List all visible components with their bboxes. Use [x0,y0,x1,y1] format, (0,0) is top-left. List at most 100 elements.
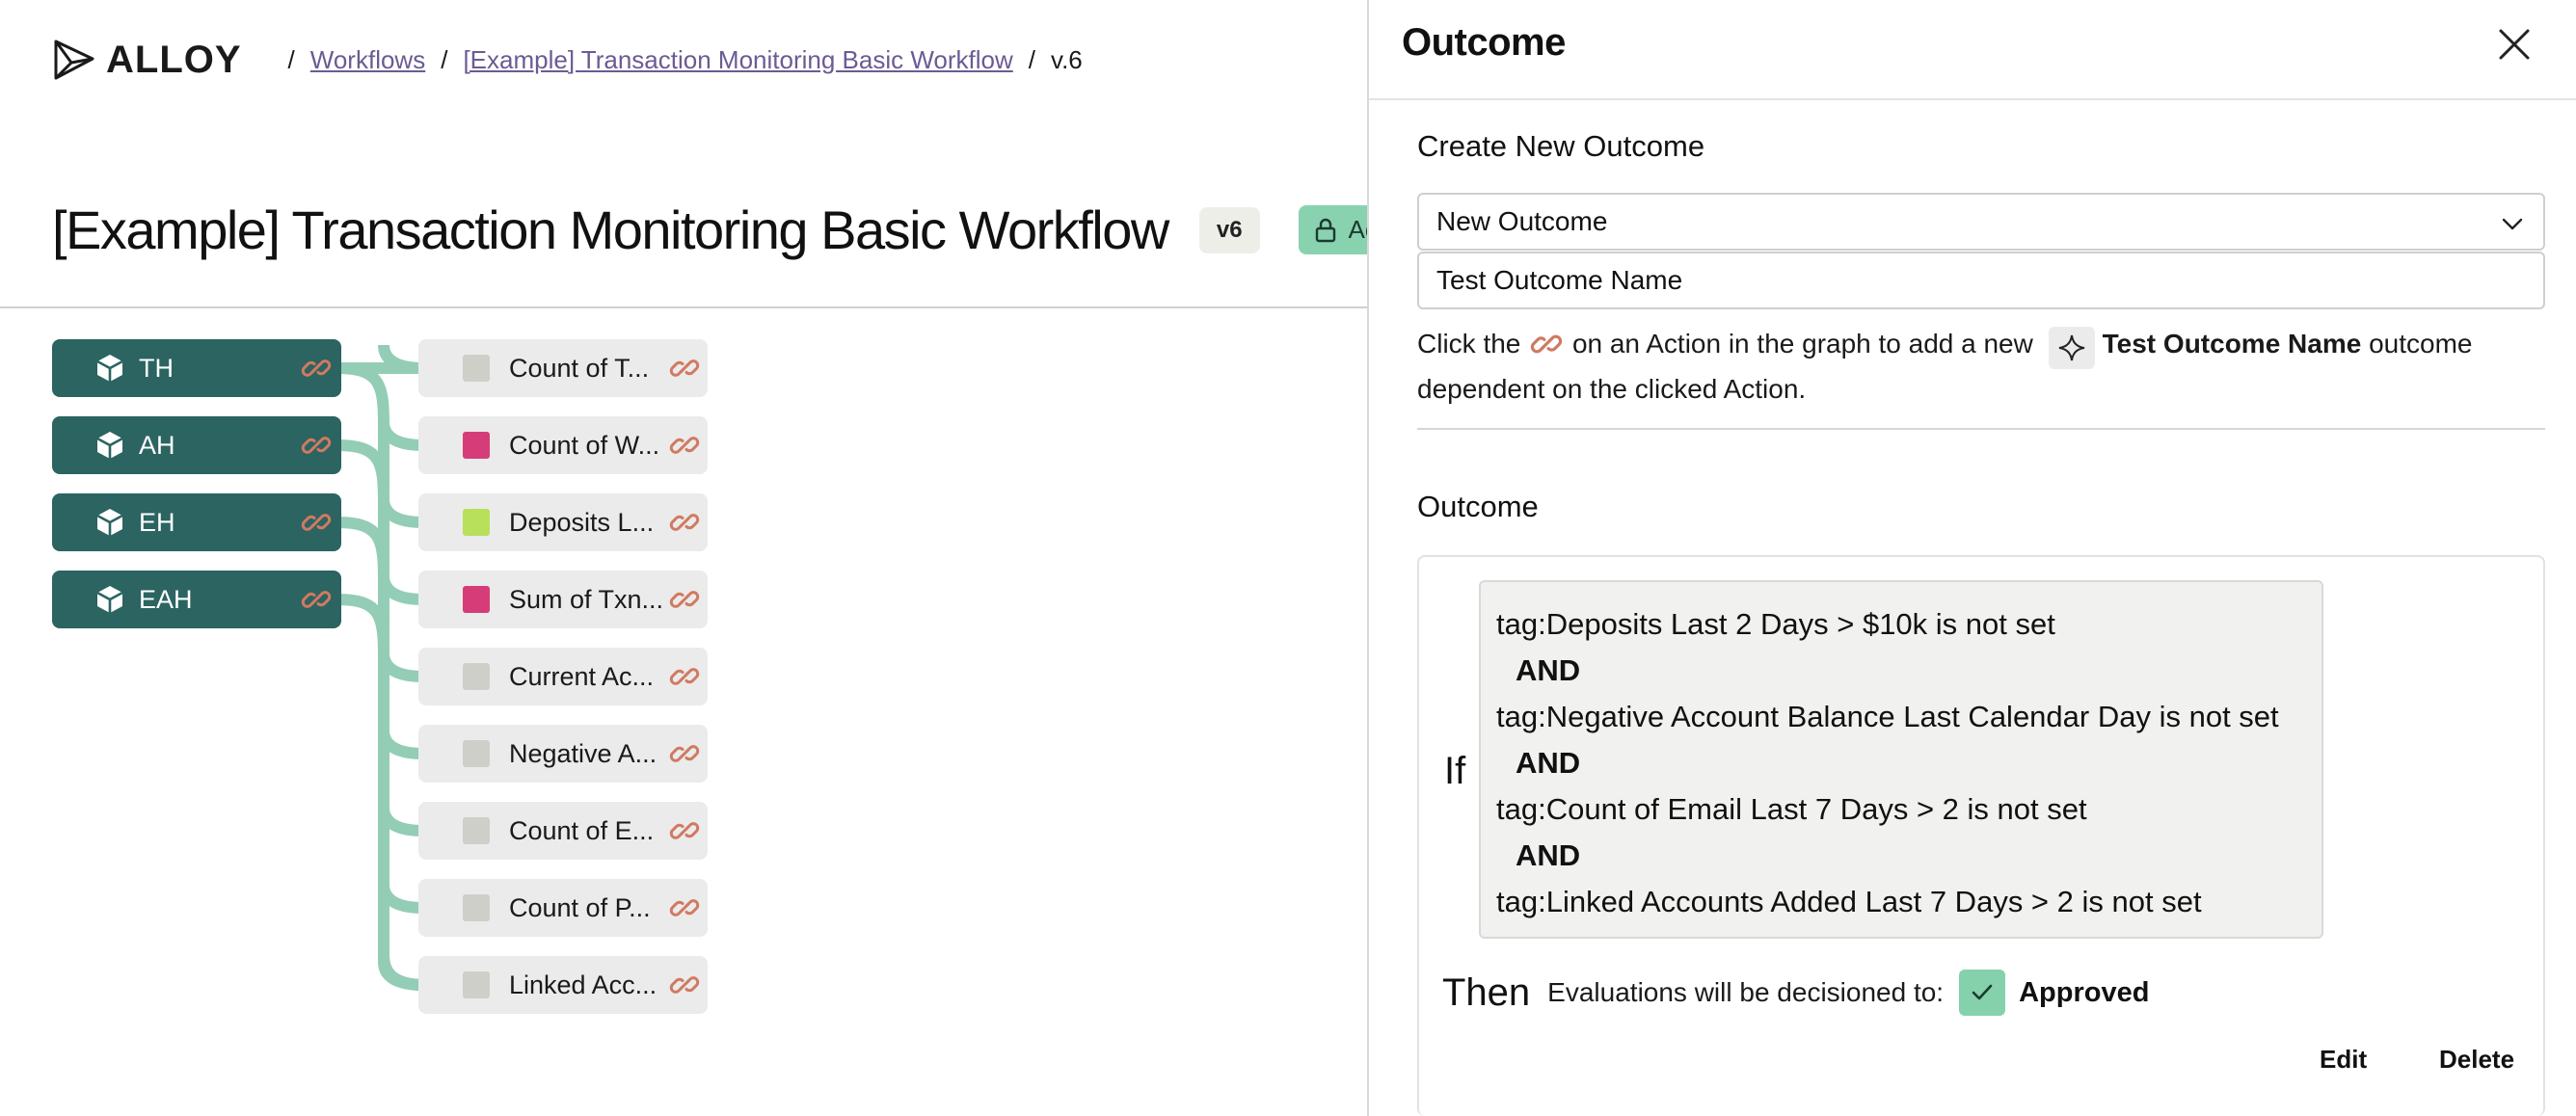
lock-icon [1315,218,1335,242]
then-text: Evaluations will be decisioned to: [1547,977,1945,1007]
panel-title: Outcome [1402,21,1566,64]
create-outcome-title: Create New Outcome [1417,129,1705,163]
condition-line: tag:Deposits Last 2 Days > $10k is not s… [1496,607,2055,641]
outcome-name-input[interactable] [1417,252,2545,309]
outcome-card: If tag:Deposits Last 2 Days > $10k is no… [1417,555,2545,1116]
link-icon[interactable] [301,507,332,538]
action-node[interactable]: Deposits L... [418,493,708,551]
action-node[interactable]: Count of W... [418,416,708,474]
breadcrumb-version: v.6 [1051,44,1083,74]
cube-icon [96,432,123,459]
action-color-swatch [463,586,490,613]
link-icon[interactable] [669,815,700,846]
page-title-row: [Example] Transaction Monitoring Basic W… [52,199,1367,261]
top-bar: ALLOY / Workflows / [Example] Transactio… [52,35,1083,85]
action-node[interactable]: Count of E... [418,802,708,860]
action-node[interactable]: Count of P... [418,879,708,937]
link-icon[interactable] [669,970,700,1000]
action-node-label: Count of W... [509,430,660,460]
source-node-label: AH [139,430,175,460]
condition-line: tag:Count of Email Last 7 Days > 2 is no… [1496,792,2087,826]
sparkle-icon [2048,327,2095,369]
action-node-label: Count of T... [509,353,650,383]
action-color-swatch [463,971,490,998]
link-icon[interactable] [669,507,700,538]
action-color-swatch [463,355,490,382]
action-node-label: Deposits L... [509,507,655,537]
status-badge[interactable]: Ac [1298,205,1367,254]
action-node-label: Count of E... [509,815,655,845]
action-color-swatch [463,817,490,844]
source-node[interactable]: AH [52,416,341,474]
and-joiner: AND [1516,653,1581,687]
link-icon[interactable] [669,738,700,769]
condition-line: tag:Linked Accounts Added Last 7 Days > … [1496,885,2202,918]
outcome-select-value: New Outcome [1436,206,1608,236]
action-node-label: Negative A... [509,738,657,768]
link-icon[interactable] [301,353,332,384]
source-node[interactable]: EH [52,493,341,551]
edit-button[interactable]: Edit [2320,1045,2367,1075]
outcome-panel: Outcome Create New Outcome New Outcome C… [1367,0,2576,1116]
action-node[interactable]: Sum of Txn... [418,571,708,628]
logo-text: ALLOY [106,38,242,81]
action-node-label: Count of P... [509,892,651,922]
breadcrumb-workflow-link[interactable]: [Example] Transaction Monitoring Basic W… [463,45,1012,75]
status-badge-label: Ac [1348,215,1367,244]
chevron-down-icon [2502,218,2523,230]
breadcrumb-workflows-link[interactable]: Workflows [310,45,425,75]
link-icon[interactable] [301,584,332,615]
header-divider [0,306,1367,308]
condition-line: tag:Negative Account Balance Last Calend… [1496,700,2279,733]
source-node[interactable]: TH [52,339,341,397]
source-node[interactable]: EAH [52,571,341,628]
delete-button[interactable]: Delete [2439,1045,2514,1075]
if-label: If [1444,750,1466,792]
decision-value: Approved [2019,976,2150,1008]
outcome-select[interactable]: New Outcome [1417,193,2545,251]
action-color-swatch [463,740,490,767]
source-node-label: EH [139,507,175,537]
link-icon[interactable] [669,584,700,615]
action-node[interactable]: Linked Acc... [418,956,708,1014]
breadcrumb-separator: / [441,44,448,74]
approved-check-icon [1959,970,2006,1016]
action-color-swatch [463,509,490,536]
close-icon[interactable] [2495,25,2534,64]
action-color-swatch [463,894,490,921]
source-node-label: EAH [139,584,193,614]
action-color-swatch [463,663,490,690]
link-icon[interactable] [669,353,700,384]
action-node-label: Linked Acc... [509,970,657,999]
workflow-page: ALLOY / Workflows / [Example] Transactio… [0,0,1367,1116]
panel-header: Outcome [1369,0,2576,100]
help-text-part2: on an Action in the graph to add a new [1571,329,2033,359]
action-node-label: Sum of Txn... [509,584,664,614]
then-row: Then Evaluations will be decisioned to: … [1442,970,2149,1016]
conditions-box: tag:Deposits Last 2 Days > $10k is not s… [1479,580,2323,939]
action-node[interactable]: Negative A... [418,725,708,783]
action-node[interactable]: Count of T... [418,339,708,397]
breadcrumb-separator: / [1028,44,1035,74]
cube-icon [96,586,123,613]
outcome-section-title: Outcome [1417,490,1539,523]
cube-icon [96,355,123,382]
action-node[interactable]: Current Ac... [418,648,708,705]
version-badge: v6 [1198,206,1260,253]
workflow-graph: TH AH EH EAH Count of T... Count of W... Depo… [0,328,1367,1041]
link-icon[interactable] [301,430,332,461]
link-icon[interactable] [669,430,700,461]
help-text-part1: Click the [1417,329,1521,359]
link-icon[interactable] [669,661,700,692]
link-icon[interactable] [669,892,700,923]
action-color-swatch [463,432,490,459]
cube-icon [96,509,123,536]
help-outcome-name: Test Outcome Name [2102,329,2362,359]
alloy-logo[interactable]: ALLOY [52,38,242,82]
section-divider [1417,428,2545,430]
and-joiner: AND [1516,746,1581,780]
and-joiner: AND [1516,838,1581,872]
breadcrumb: / Workflows / [Example] Transaction Moni… [273,45,1083,75]
link-icon [1531,334,1563,354]
then-label: Then [1442,970,1531,1014]
